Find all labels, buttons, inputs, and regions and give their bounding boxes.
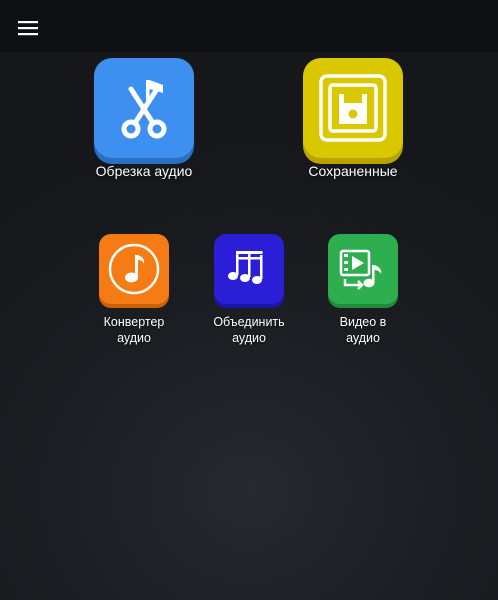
music-note-circle-icon [108, 243, 160, 295]
converter-icon-box [99, 234, 169, 304]
saved-icon-box [303, 58, 403, 158]
floppy-disk-icon [319, 74, 387, 142]
tile-label: Видео в аудио [339, 315, 387, 345]
tile-audio-converter[interactable]: Конвертер аудио [94, 234, 174, 346]
tile-label: Обрезка аудио [95, 163, 193, 179]
top-app-bar [0, 0, 498, 52]
tile-cut-audio[interactable]: Обрезка аудио [84, 58, 204, 182]
tile-label: Конвертер аудио [103, 315, 165, 345]
tile-merge-audio[interactable]: Объединить аудио [209, 234, 289, 346]
tile-label: Объединить аудио [213, 315, 285, 345]
tile-saved[interactable]: Сохраненные [293, 58, 413, 182]
scissors-music-icon [121, 80, 167, 139]
cut-audio-icon-box [94, 58, 194, 158]
tile-video-to-audio[interactable]: Видео в аудио [323, 234, 403, 346]
menu-button[interactable] [10, 10, 46, 46]
tile-label: Сохраненные [308, 163, 398, 179]
video-to-audio-icon [339, 249, 382, 290]
merge-icon-box [214, 234, 284, 304]
video-to-audio-icon-box [328, 234, 398, 304]
multiple-music-notes-icon [228, 251, 263, 284]
hamburger-menu-icon [18, 21, 38, 36]
